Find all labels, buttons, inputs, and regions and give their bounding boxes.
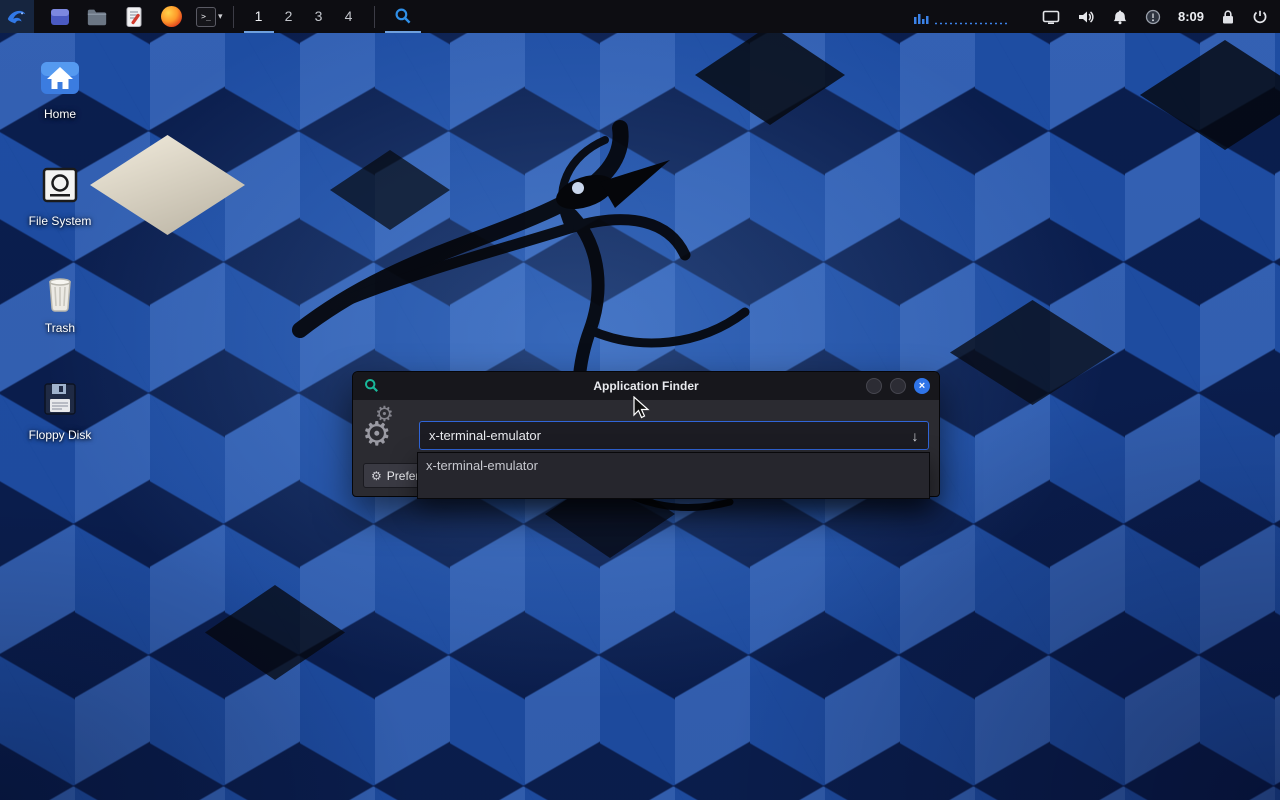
desktop-icon-label: File System — [29, 214, 92, 228]
desktop-icon-home[interactable]: Home — [12, 56, 108, 121]
titlebar[interactable]: Application Finder × — [353, 372, 939, 400]
clock[interactable]: 8:09 — [1178, 9, 1204, 24]
workspace-button-2[interactable]: 2 — [274, 0, 304, 33]
lock-icon — [1221, 9, 1235, 25]
launcher-group: >_ ▾ — [48, 5, 223, 29]
volume-tray-button[interactable] — [1077, 9, 1095, 25]
display-tray-button[interactable] — [1042, 9, 1060, 25]
panel-separator — [233, 6, 234, 28]
volume-icon — [1077, 9, 1095, 25]
floppy-disk-icon — [38, 377, 82, 421]
status-icon — [1145, 9, 1161, 25]
cpu-graph-applet[interactable] — [913, 7, 1009, 27]
notifications-tray-button[interactable] — [1112, 9, 1128, 25]
panel-separator — [374, 6, 375, 28]
desktop-icon-floppy-disk[interactable]: Floppy Disk — [12, 377, 108, 442]
system-tray: 8:09 — [913, 7, 1280, 27]
folder-icon — [86, 6, 108, 28]
close-icon: × — [919, 381, 925, 392]
completion-item[interactable]: x-terminal-emulator — [418, 453, 929, 478]
completion-dropdown: x-terminal-emulator — [417, 452, 930, 499]
workspace-label: 3 — [315, 8, 323, 24]
logout-button[interactable] — [1252, 9, 1268, 25]
status-tray-button[interactable] — [1145, 9, 1161, 25]
terminal-prompt-glyph: >_ — [201, 13, 211, 21]
workspace-label: 4 — [345, 8, 353, 24]
titlebar-buttons: × — [866, 378, 930, 394]
maximize-button[interactable] — [890, 378, 906, 394]
launcher-terminal[interactable]: >_ ▾ — [196, 5, 223, 29]
terminal-icon: >_ — [196, 7, 216, 27]
dropdown-arrow-button[interactable]: ↓ — [904, 425, 926, 446]
workspace-button-3[interactable]: 3 — [304, 0, 334, 33]
trash-icon — [38, 270, 82, 314]
workspace-button-1[interactable]: 1 — [244, 0, 274, 33]
workspace-button-4[interactable]: 4 — [334, 0, 364, 33]
applications-menu-button[interactable] — [0, 0, 34, 33]
power-icon — [1252, 9, 1268, 25]
desktop-icon-trash[interactable]: Trash — [12, 270, 108, 335]
bell-icon — [1112, 9, 1128, 25]
desktop-icon-file-system[interactable]: File System — [12, 163, 108, 228]
arrow-down-icon: ↓ — [912, 428, 919, 444]
search-icon — [394, 7, 412, 25]
desktop-icon-label: Home — [44, 107, 76, 121]
window-title: Application Finder — [353, 372, 939, 400]
cpu-graph-icon — [913, 7, 1009, 27]
file-system-icon — [38, 163, 82, 207]
display-icon — [1042, 9, 1060, 25]
completion-item-label: x-terminal-emulator — [426, 458, 538, 473]
firefox-icon — [161, 6, 182, 27]
desktop-icon-label: Trash — [45, 321, 75, 335]
kali-logo-icon — [6, 6, 28, 28]
gear-icon: ⚙ — [371, 470, 382, 482]
launcher-firefox[interactable] — [159, 5, 183, 29]
top-panel: >_ ▾ 1 2 3 4 — [0, 0, 1280, 33]
lock-screen-button[interactable] — [1221, 9, 1235, 25]
close-button[interactable]: × — [914, 378, 930, 394]
text-editor-icon — [123, 6, 145, 28]
gear-icon: ⚙ — [362, 417, 392, 450]
launcher-text-editor[interactable] — [122, 5, 146, 29]
workspace-label: 2 — [285, 8, 293, 24]
file-manager-icon — [49, 6, 71, 28]
chevron-down-icon[interactable]: ▾ — [218, 11, 223, 22]
search-input[interactable] — [419, 421, 929, 450]
home-icon — [38, 56, 82, 100]
desktop-icon-label: Floppy Disk — [29, 428, 92, 442]
workspace-label: 1 — [255, 8, 263, 24]
launcher-folder[interactable] — [85, 5, 109, 29]
minimize-button[interactable] — [866, 378, 882, 394]
launcher-file-manager[interactable] — [48, 5, 72, 29]
taskbar-application-finder[interactable] — [385, 0, 421, 33]
